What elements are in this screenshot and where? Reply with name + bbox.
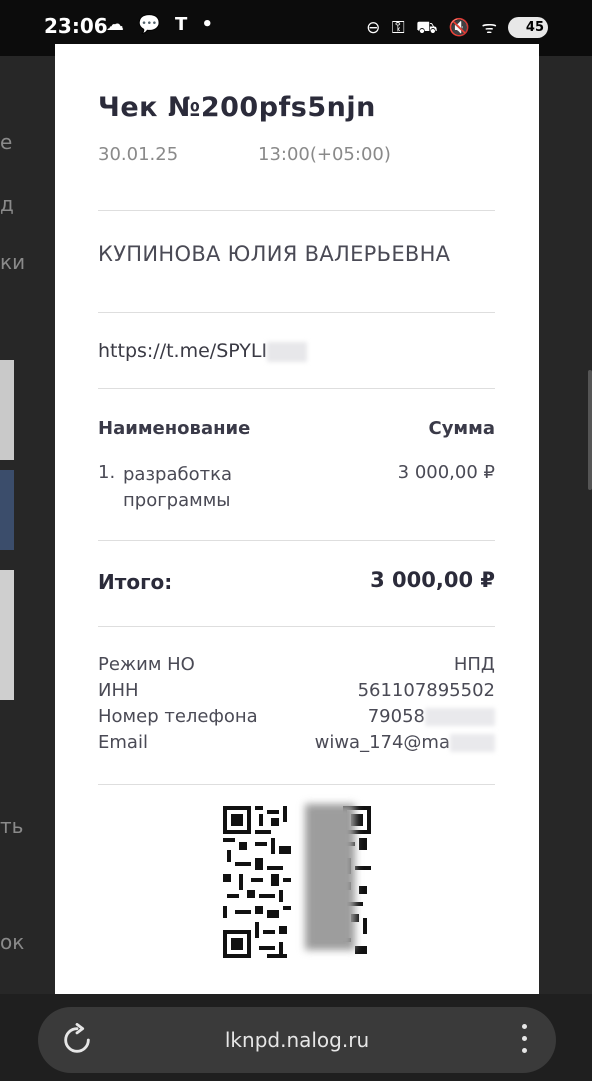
notification-icons: ☁ 💬 T • <box>106 14 217 35</box>
info-value: 561107895502 <box>357 680 495 701</box>
item-sum: 3 000,00 ₽ <box>397 462 495 483</box>
item-number: 1. <box>98 462 116 483</box>
total-value: 3 000,00 ₽ <box>370 568 495 592</box>
info-value-wrap: wiwa_174@ma <box>315 732 495 753</box>
background-text: ок <box>0 930 25 954</box>
redacted-block <box>305 804 355 950</box>
info-value: 79058 <box>367 706 425 727</box>
divider <box>98 626 495 627</box>
background-text: ть <box>0 814 24 838</box>
system-icons: ⊖ ⚿ ⛟ 🔇 ᯤ <box>366 18 500 38</box>
receipt-time: 13:00(+05:00) <box>258 144 391 165</box>
info-value: wiwa_174@ma <box>314 732 450 753</box>
seller-link[interactable]: https://t.me/SPYLI <box>98 340 308 362</box>
more-vert-icon[interactable] <box>520 1024 528 1058</box>
background-thumbnail <box>0 570 14 700</box>
url-text[interactable]: lknpd.nalog.ru <box>38 1028 556 1052</box>
receipt-title: Чек №200pfs5njn <box>98 92 376 123</box>
info-row-phone: Номер телефона 79058 <box>98 706 495 732</box>
column-header-sum: Сумма <box>428 418 495 439</box>
divider <box>98 540 495 541</box>
battery-icon: 45 <box>508 17 548 38</box>
background-thumbnail <box>0 470 14 550</box>
info-value-wrap: 79058 <box>368 706 495 727</box>
receipt-sheet: Чек №200pfs5njn 30.01.25 13:00(+05:00) К… <box>55 44 539 994</box>
item-name: разработка программы <box>123 464 232 511</box>
total-label: Итого: <box>98 570 173 594</box>
divider <box>98 784 495 785</box>
divider <box>98 388 495 389</box>
redacted-block <box>425 708 495 726</box>
background-text: д <box>0 192 14 216</box>
scroll-indicator[interactable] <box>588 370 592 490</box>
info-key: Email <box>98 732 148 753</box>
info-key: Режим НО <box>98 654 195 675</box>
divider <box>98 210 495 211</box>
background-thumbnail <box>0 360 14 460</box>
column-header-name: Наименование <box>98 418 251 439</box>
redacted-block <box>267 341 308 362</box>
status-time: 23:06 <box>44 14 108 38</box>
info-value: НПД <box>453 654 495 675</box>
receipt-date: 30.01.25 <box>98 144 179 165</box>
background-text: е <box>0 130 13 154</box>
seller-name: КУПИНОВА ЮЛИЯ ВАЛЕРЬЕВНА <box>98 242 451 266</box>
info-row-inn: ИНН 561107895502 <box>98 680 495 706</box>
seller-link-text[interactable]: https://t.me/SPYLI <box>98 340 267 362</box>
info-row-email: Email wiwa_174@ma <box>98 732 495 758</box>
divider <box>98 312 495 313</box>
info-key: Номер телефона <box>98 706 258 727</box>
background-text: ки <box>0 250 26 274</box>
redacted-block <box>450 734 495 752</box>
info-row-tax-mode: Режим НО НПД <box>98 654 495 680</box>
address-bar[interactable]: lknpd.nalog.ru <box>38 1007 556 1073</box>
info-key: ИНН <box>98 680 139 701</box>
